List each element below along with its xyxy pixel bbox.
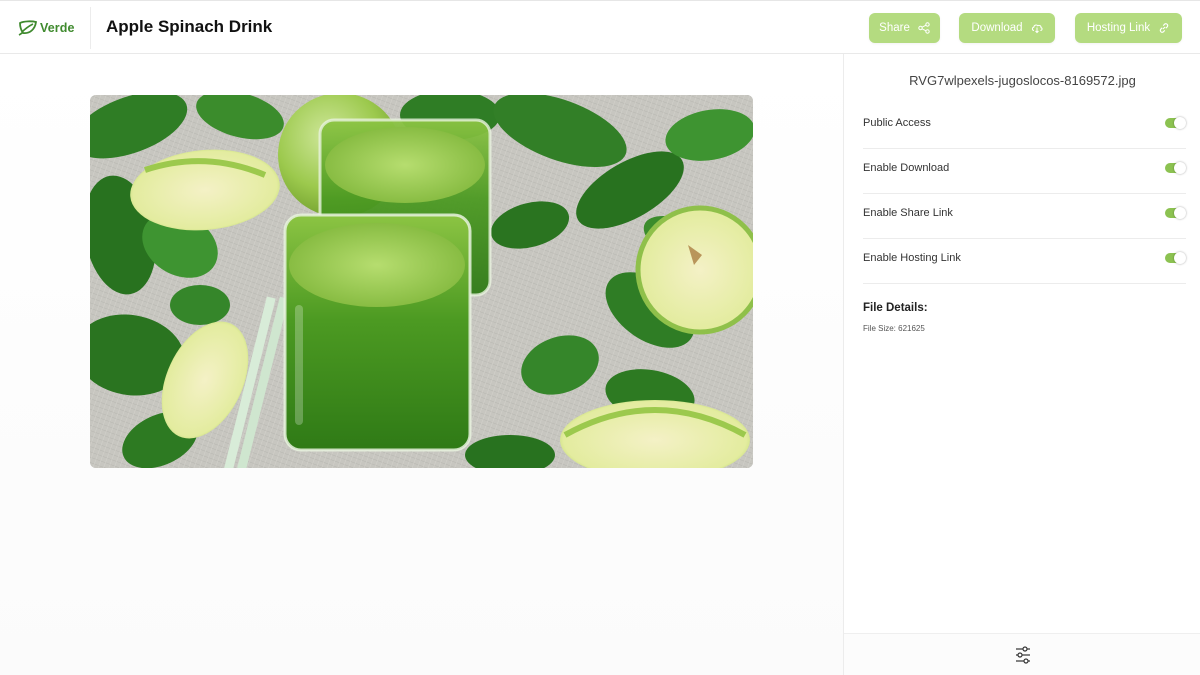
main-content bbox=[0, 54, 843, 675]
page-title: Apple Spinach Drink bbox=[106, 17, 273, 36]
details-sidebar: RVG7wlpexels-jugoslocos-8169572.jpg Publ… bbox=[843, 54, 1200, 675]
download-button[interactable]: Download bbox=[959, 13, 1055, 43]
share-button[interactable]: Share bbox=[869, 13, 940, 43]
enable-hosting-link-toggle[interactable] bbox=[1165, 252, 1186, 264]
share-button-label: Share bbox=[879, 22, 910, 34]
file-details-heading: File Details: bbox=[863, 302, 928, 314]
sliders-icon[interactable] bbox=[1014, 645, 1032, 665]
share-icon bbox=[918, 22, 930, 34]
brand-name: Verde bbox=[40, 21, 75, 35]
image-preview[interactable] bbox=[90, 95, 753, 468]
hosting-link-button-label: Hosting Link bbox=[1086, 22, 1151, 34]
cloud-download-icon bbox=[1031, 24, 1043, 34]
enable-share-link-label: Enable Share Link bbox=[863, 207, 953, 219]
sidebar-footer bbox=[844, 633, 1200, 675]
file-name: RVG7wlpexels-jugoslocos-8169572.jpg bbox=[909, 73, 1136, 88]
file-size: File Size: 621625 bbox=[863, 324, 925, 333]
hosting-link-button[interactable]: Hosting Link bbox=[1075, 13, 1182, 43]
setting-row-enable-hosting-link: Enable Hosting Link bbox=[863, 239, 1186, 284]
enable-hosting-link-label: Enable Hosting Link bbox=[863, 252, 961, 264]
public-access-toggle[interactable] bbox=[1165, 117, 1186, 129]
link-icon bbox=[1159, 23, 1169, 33]
setting-row-enable-download: Enable Download bbox=[863, 149, 1186, 194]
app-root: Verde Apple Spinach Drink Share Download… bbox=[0, 0, 1200, 675]
enable-download-label: Enable Download bbox=[863, 162, 950, 174]
leaf-icon bbox=[18, 20, 38, 36]
download-button-label: Download bbox=[971, 22, 1023, 34]
header-divider bbox=[90, 7, 91, 49]
brand-logo[interactable]: Verde bbox=[18, 17, 75, 39]
public-access-label: Public Access bbox=[863, 117, 931, 129]
setting-row-enable-share-link: Enable Share Link bbox=[863, 194, 1186, 239]
juice-photo bbox=[90, 95, 753, 468]
top-header: Verde Apple Spinach Drink Share Download… bbox=[0, 0, 1200, 54]
setting-row-public-access: Public Access bbox=[863, 104, 1186, 149]
enable-download-toggle[interactable] bbox=[1165, 162, 1186, 174]
enable-share-link-toggle[interactable] bbox=[1165, 207, 1186, 219]
